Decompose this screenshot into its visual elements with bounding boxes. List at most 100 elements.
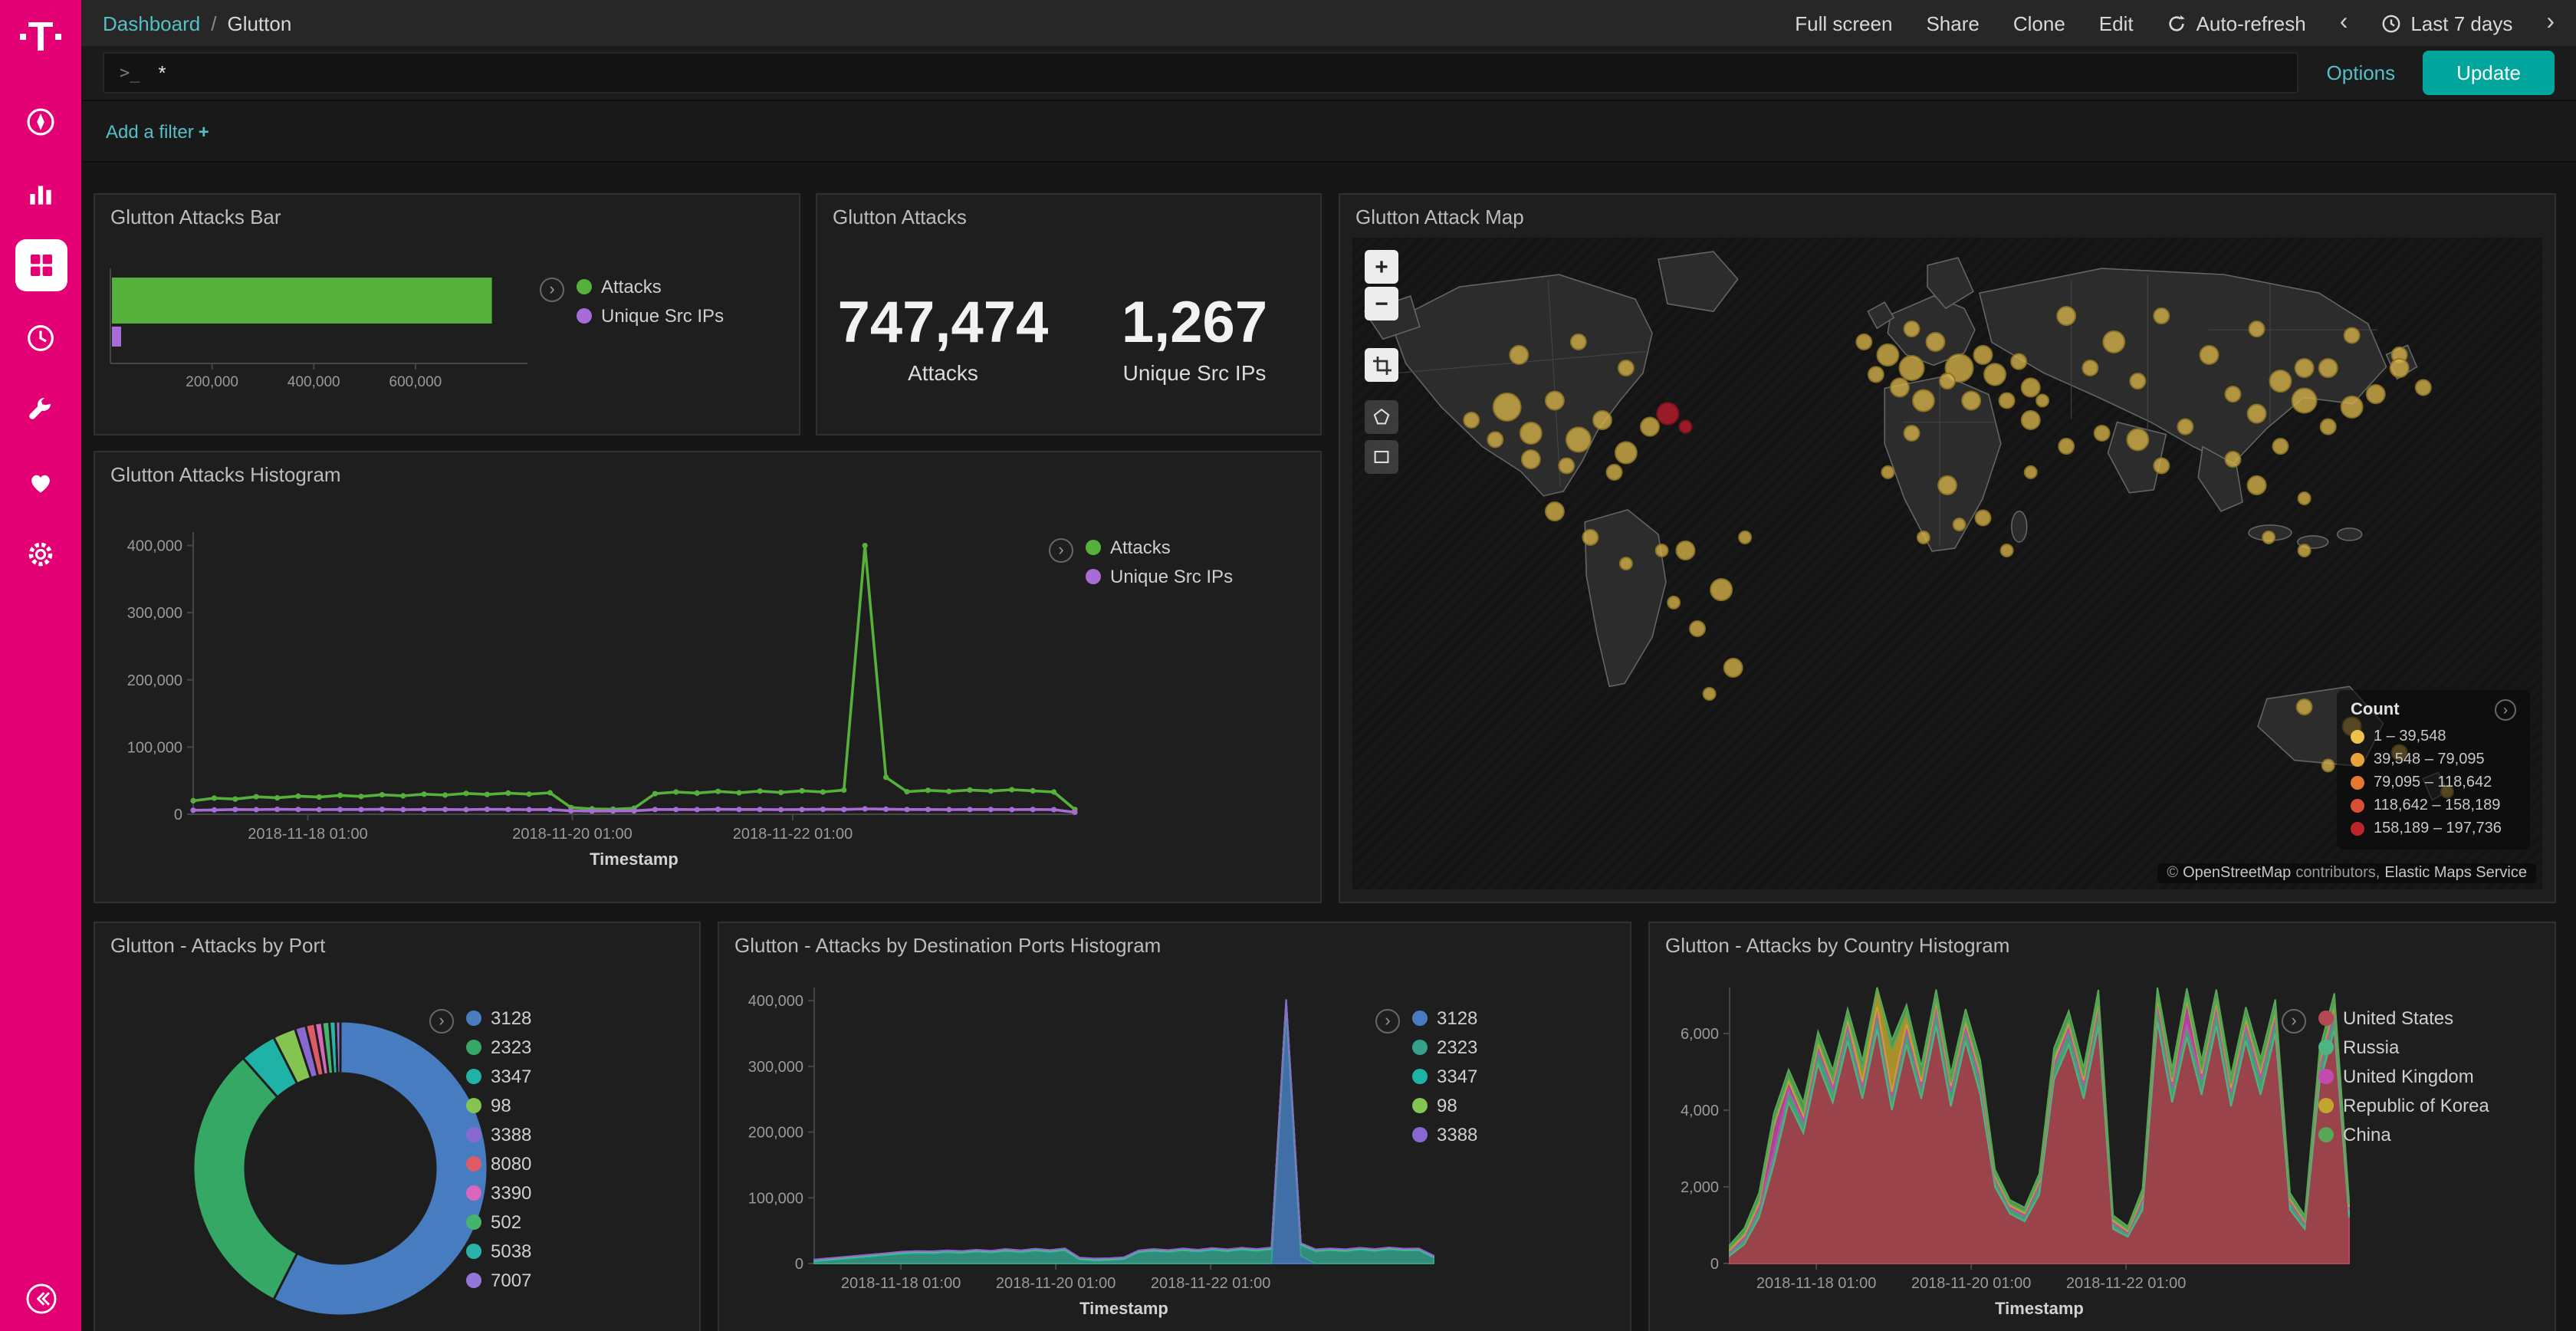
legend-item[interactable]: 5038 bbox=[466, 1239, 531, 1262]
time-next-button[interactable]: › bbox=[2546, 9, 2555, 37]
svg-text:400,000: 400,000 bbox=[288, 374, 340, 390]
edit-button[interactable]: Edit bbox=[2099, 12, 2134, 35]
legend-dot bbox=[2351, 822, 2364, 836]
add-filter-link[interactable]: Add a filter+ bbox=[106, 120, 209, 142]
options-link[interactable]: Options bbox=[2327, 61, 2396, 84]
legend-toggle[interactable]: › bbox=[2495, 699, 2516, 721]
sidebar-nav bbox=[0, 95, 81, 580]
logo-letter: T bbox=[28, 13, 54, 61]
map-legend-item: 158,189 – 197,736 bbox=[2351, 817, 2516, 840]
svg-text:100,000: 100,000 bbox=[127, 739, 182, 756]
legend-dot bbox=[1412, 1068, 1428, 1083]
time-range-button[interactable]: Last 7 days bbox=[2381, 12, 2512, 35]
legend-item[interactable]: 2323 bbox=[466, 1035, 531, 1058]
svg-text:2018-11-20 01:00: 2018-11-20 01:00 bbox=[1911, 1275, 2031, 1292]
zoom-out-button[interactable]: − bbox=[1365, 287, 1398, 320]
metric-group: 747,474 Attacks 1,267 Unique Src IPs bbox=[817, 291, 1320, 385]
legend-dot bbox=[577, 278, 592, 294]
legend-item[interactable]: 98 bbox=[1412, 1093, 1477, 1116]
legend-dot bbox=[2318, 1010, 2334, 1025]
ports-histogram-chart: 0100,000200,000300,000400,0002018-11-18 … bbox=[728, 975, 1449, 1331]
legend-item[interactable]: United Kingdom bbox=[2318, 1064, 2489, 1087]
crop-tool-button[interactable] bbox=[1365, 348, 1398, 382]
legend-item[interactable]: China bbox=[2318, 1122, 2489, 1145]
legend-item[interactable]: 502 bbox=[466, 1210, 531, 1233]
attacks-bar-chart: 200,000400,000600,000 bbox=[104, 265, 549, 406]
panel-title: Glutton Attacks bbox=[817, 195, 1320, 239]
svg-text:200,000: 200,000 bbox=[748, 1125, 803, 1142]
legend-dot bbox=[466, 1243, 481, 1258]
query-input[interactable]: >_ * bbox=[103, 52, 2299, 94]
legend-item[interactable]: Unique Src IPs bbox=[577, 304, 724, 327]
sidebar-collapse-button[interactable] bbox=[0, 1282, 81, 1316]
legend-item[interactable]: 3390 bbox=[466, 1181, 531, 1204]
discover-icon bbox=[25, 105, 57, 137]
legend-dot bbox=[466, 1097, 481, 1112]
metric-label: Unique Src IPs bbox=[1069, 360, 1320, 385]
legend-toggle[interactable]: › bbox=[540, 278, 564, 302]
sidebar-item-management[interactable] bbox=[15, 527, 67, 580]
svg-text:Timestamp: Timestamp bbox=[1995, 1299, 2084, 1318]
svg-text:Timestamp: Timestamp bbox=[1079, 1299, 1168, 1318]
sidebar-item-monitoring[interactable] bbox=[15, 455, 67, 508]
legend-toggle[interactable]: › bbox=[1049, 538, 1073, 563]
sidebar-item-discover[interactable] bbox=[15, 95, 67, 147]
elastic-maps-service-link[interactable]: Elastic Maps Service bbox=[2384, 865, 2527, 882]
legend-item[interactable]: Unique Src IPs bbox=[1086, 564, 1233, 587]
logo-dot-right bbox=[55, 34, 61, 40]
legend-item[interactable]: 3347 bbox=[1412, 1064, 1477, 1087]
update-button[interactable]: Update bbox=[2423, 51, 2555, 95]
legend-toggle[interactable]: › bbox=[429, 1009, 454, 1034]
zoom-in-button[interactable]: + bbox=[1365, 250, 1398, 284]
attacks-histogram-chart: 0100,000200,000300,000400,0002018-11-18 … bbox=[104, 517, 1093, 897]
tmobile-logo: T bbox=[0, 0, 81, 74]
legend-item[interactable]: Attacks bbox=[1086, 535, 1233, 558]
legend-item[interactable]: 8080 bbox=[466, 1152, 531, 1175]
sidebar-item-timelion[interactable] bbox=[15, 311, 67, 363]
legend-dot bbox=[466, 1185, 481, 1200]
gear-icon bbox=[25, 537, 57, 570]
svg-text:2018-11-22 01:00: 2018-11-22 01:00 bbox=[2066, 1275, 2186, 1292]
legend-item[interactable]: 3128 bbox=[466, 1006, 531, 1029]
sidebar-item-dashboard[interactable] bbox=[15, 239, 67, 291]
continent-madagascar bbox=[2012, 511, 2027, 542]
legend-item[interactable]: 3388 bbox=[466, 1122, 531, 1145]
auto-refresh-button[interactable]: Auto-refresh bbox=[2167, 12, 2306, 35]
sidebar-item-visualize[interactable] bbox=[15, 167, 67, 219]
world-map[interactable]: + − Count › 1 – 39,548 39,548 – 79,095 7… bbox=[1352, 238, 2542, 889]
svg-text:2018-11-20 01:00: 2018-11-20 01:00 bbox=[512, 826, 632, 843]
share-button[interactable]: Share bbox=[1926, 12, 1979, 35]
legend-dot bbox=[466, 1010, 481, 1025]
legend-item[interactable]: Russia bbox=[2318, 1035, 2489, 1058]
legend-toggle[interactable]: › bbox=[1375, 1009, 1400, 1034]
legend-item[interactable]: 7007 bbox=[466, 1268, 531, 1291]
openstreetmap-link[interactable]: OpenStreetMap bbox=[2183, 865, 2291, 882]
svg-text:2018-11-22 01:00: 2018-11-22 01:00 bbox=[733, 826, 853, 843]
time-prev-button[interactable]: ‹ bbox=[2340, 9, 2348, 37]
legend-dot bbox=[577, 307, 592, 323]
legend-dot bbox=[2318, 1068, 2334, 1083]
legend-item[interactable]: 3128 bbox=[1412, 1006, 1477, 1029]
svg-text:200,000: 200,000 bbox=[186, 374, 238, 390]
breadcrumb-dashboard-link[interactable]: Dashboard bbox=[103, 12, 200, 35]
legend-item[interactable]: Republic of Korea bbox=[2318, 1093, 2489, 1116]
country-legend: United States Russia United Kingdom Repu… bbox=[2318, 1006, 2489, 1145]
svg-text:0: 0 bbox=[174, 807, 182, 823]
nav-actions: Full screen Share Clone Edit Auto-refres… bbox=[1795, 9, 2555, 37]
legend-item[interactable]: 3388 bbox=[1412, 1122, 1477, 1145]
full-screen-button[interactable]: Full screen bbox=[1795, 12, 1892, 35]
polygon-tool-button[interactable] bbox=[1365, 400, 1398, 434]
legend-dot bbox=[2351, 753, 2364, 767]
query-value: * bbox=[159, 61, 166, 84]
legend-item[interactable]: Attacks bbox=[577, 274, 724, 297]
legend-item[interactable]: United States bbox=[2318, 1006, 2489, 1029]
panel-title: Glutton - Attacks by Country Histogram bbox=[1650, 923, 2555, 968]
clone-button[interactable]: Clone bbox=[2013, 12, 2065, 35]
legend-toggle[interactable]: › bbox=[2282, 1009, 2306, 1034]
legend-item[interactable]: 3347 bbox=[466, 1064, 531, 1087]
legend-dot bbox=[466, 1214, 481, 1229]
legend-item[interactable]: 98 bbox=[466, 1093, 531, 1116]
legend-item[interactable]: 2323 bbox=[1412, 1035, 1477, 1058]
rectangle-tool-button[interactable] bbox=[1365, 440, 1398, 474]
sidebar-item-devtools[interactable] bbox=[15, 383, 67, 435]
